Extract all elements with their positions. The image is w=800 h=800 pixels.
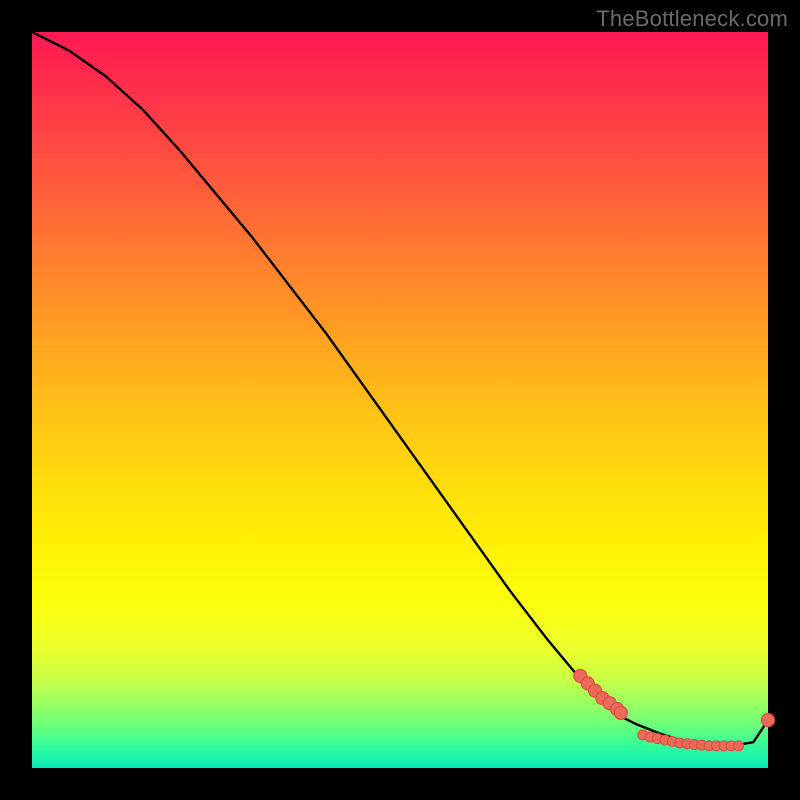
watermark-text: TheBottleneck.com [596,6,788,32]
chart-frame: TheBottleneck.com [0,0,800,800]
plot-area [32,32,768,768]
marker-endpoint [762,714,775,727]
marker-cluster-b [638,730,744,751]
marker-cluster-a [574,670,627,720]
data-point [762,714,775,727]
data-point [734,741,744,751]
chart-svg [32,32,768,768]
data-point [614,706,627,719]
bottleneck-curve [32,32,768,746]
